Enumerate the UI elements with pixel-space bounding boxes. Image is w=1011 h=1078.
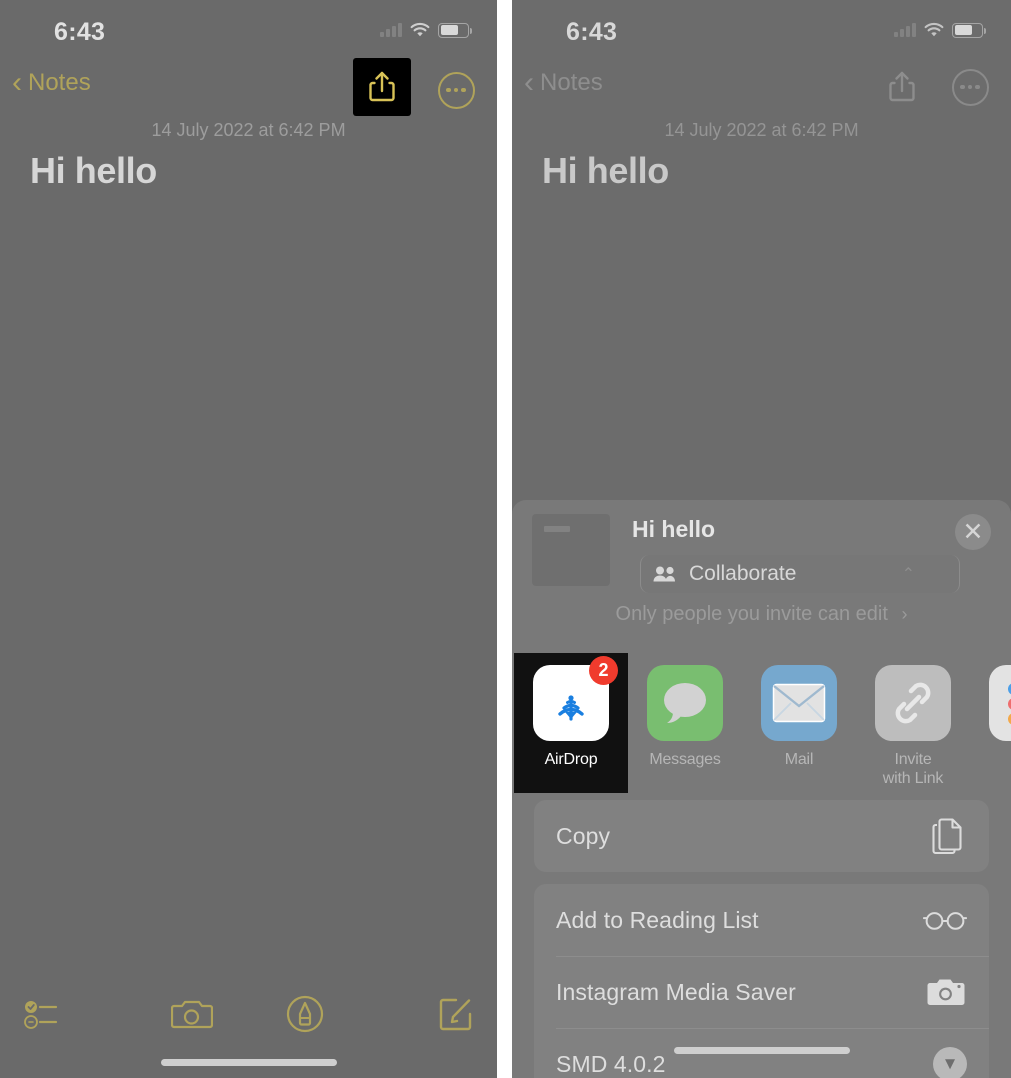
more-ellipsis-icon: [437, 71, 475, 109]
wifi-icon: [923, 22, 945, 38]
airdrop-badge: 2: [589, 656, 618, 685]
status-bar: 6:43: [512, 0, 1011, 58]
mail-icon: [761, 665, 837, 741]
note-thumbnail: [532, 514, 610, 586]
collaborate-selector[interactable]: Collaborate ⌃: [640, 555, 960, 593]
close-icon: ✕: [962, 517, 984, 546]
camera-button[interactable]: [135, 997, 248, 1031]
action-card-copy: Copy: [534, 800, 989, 872]
home-indicator[interactable]: [673, 1047, 850, 1054]
back-label: Notes: [540, 69, 603, 96]
notes-app-screen-dimmed: 6:43 ‹ Notes 14 July 2022 at 6:42 PM Hi …: [512, 0, 1011, 1078]
cellular-signal-icon: [894, 23, 916, 37]
back-to-notes-button[interactable]: ‹ Notes: [524, 68, 603, 98]
back-label: Notes: [28, 69, 91, 96]
share-button[interactable]: [353, 58, 411, 116]
permission-label: Only people you invite can edit: [615, 603, 888, 625]
note-timestamp: 14 July 2022 at 6:42 PM: [151, 120, 346, 140]
chevron-left-icon: ‹: [12, 66, 22, 99]
more-options-button[interactable]: [947, 64, 993, 110]
action-label: Copy: [556, 822, 611, 849]
share-target-label: Invite with Link: [882, 751, 944, 788]
cellular-signal-icon: [380, 23, 402, 37]
share-target-messages[interactable]: Messages: [628, 653, 742, 769]
new-note-button[interactable]: [362, 995, 475, 1033]
checklist-button[interactable]: [22, 997, 135, 1031]
copy-pages-icon: [923, 816, 967, 856]
share-target-label: Messages: [649, 751, 721, 768]
markup-pen-icon: [287, 995, 324, 1033]
action-label: Instagram Media Saver: [556, 978, 796, 1005]
share-target-label: AirDrop: [544, 751, 598, 768]
status-bar: 6:43: [0, 0, 497, 58]
note-timestamp: 14 July 2022 at 6:42 PM: [664, 120, 859, 140]
action-row-copy[interactable]: Copy: [534, 800, 989, 872]
share-target-invite-with-link[interactable]: Invite with Link: [856, 653, 970, 788]
chevron-left-icon: ‹: [524, 66, 534, 99]
nav-actions: [879, 64, 993, 110]
chevron-down-circle-button[interactable]: ▼: [923, 1047, 967, 1078]
back-to-notes-button[interactable]: ‹ Notes: [12, 68, 91, 98]
navigation-bar: ‹ Notes: [0, 58, 497, 120]
messages-icon: [647, 665, 723, 741]
notes-app-screen: 6:43 ‹ Notes 14 July 2022 at 6:42 PM Hi …: [0, 0, 497, 1078]
nav-actions: [353, 58, 479, 116]
glasses-icon: [923, 907, 967, 933]
share-targets-row[interactable]: 2 AirDrop Messages Mail Invite with Link: [512, 653, 1011, 793]
permission-row[interactable]: Only people you invite can edit ›: [512, 603, 1011, 626]
navigation-bar: ‹ Notes: [512, 58, 1011, 120]
share-target-mail[interactable]: Mail: [742, 653, 856, 769]
share-target-reminders[interactable]: Re: [970, 653, 1011, 769]
more-options-button[interactable]: [433, 67, 479, 113]
action-row-instagram-media-saver[interactable]: Instagram Media Saver: [534, 956, 989, 1028]
battery-icon: [952, 22, 986, 38]
screenshot-stage: 6:43 ‹ Notes 14 July 2022 at 6:42 PM Hi …: [0, 0, 1011, 1078]
share-icon: [889, 71, 915, 102]
status-time: 6:43: [566, 18, 618, 46]
more-ellipsis-icon: [951, 68, 989, 106]
chevron-right-icon: ›: [901, 604, 908, 624]
camera-icon: [923, 976, 967, 1008]
chevron-down-icon: ▼: [933, 1047, 967, 1078]
share-icon: [369, 71, 395, 102]
collaborate-label: Collaborate: [689, 562, 797, 585]
action-label: Add to Reading List: [556, 906, 759, 933]
share-sheet-title: Hi hello: [632, 516, 716, 542]
share-target-label: Mail: [784, 751, 814, 768]
share-target-airdrop[interactable]: 2 AirDrop: [514, 653, 628, 793]
markup-button[interactable]: [249, 994, 362, 1034]
status-time: 6:43: [54, 18, 106, 46]
share-sheet: Hi hello ✕ Collaborate ⌃ Only people you…: [512, 500, 1011, 1078]
home-indicator[interactable]: [160, 1059, 337, 1066]
compose-icon: [439, 998, 472, 1031]
note-title: Hi hello: [542, 150, 669, 191]
link-chain-icon: [875, 665, 951, 741]
share-sheet-header: Hi hello ✕ Collaborate ⌃ Only people you…: [512, 500, 1011, 653]
reminders-icon: [989, 665, 1011, 741]
status-indicators: [894, 22, 986, 38]
wifi-icon: [409, 22, 431, 38]
action-label: SMD 4.0.2: [556, 1050, 666, 1077]
notes-toolbar: [0, 994, 497, 1034]
battery-icon: [438, 22, 472, 38]
chevron-up-icon: ⌃: [901, 566, 915, 583]
people-group-icon: [653, 566, 675, 582]
share-button[interactable]: [879, 64, 925, 110]
airdrop-icon: 2: [533, 656, 618, 741]
share-actions-list: Copy Add to Reading List Instagram Media…: [512, 800, 1011, 1078]
status-indicators: [380, 22, 472, 38]
close-button[interactable]: ✕: [955, 514, 991, 550]
action-row-reading-list[interactable]: Add to Reading List: [534, 884, 989, 956]
phone-screen-right: 6:43 ‹ Notes 14 July 2022 at 6:42 PM Hi …: [512, 0, 1011, 1078]
camera-icon: [170, 1000, 213, 1029]
checklist-icon: [24, 1001, 58, 1029]
phone-screen-left: 6:43 ‹ Notes 14 July 2022 at 6:42 PM Hi …: [0, 0, 497, 1078]
note-title: Hi hello: [30, 150, 157, 191]
